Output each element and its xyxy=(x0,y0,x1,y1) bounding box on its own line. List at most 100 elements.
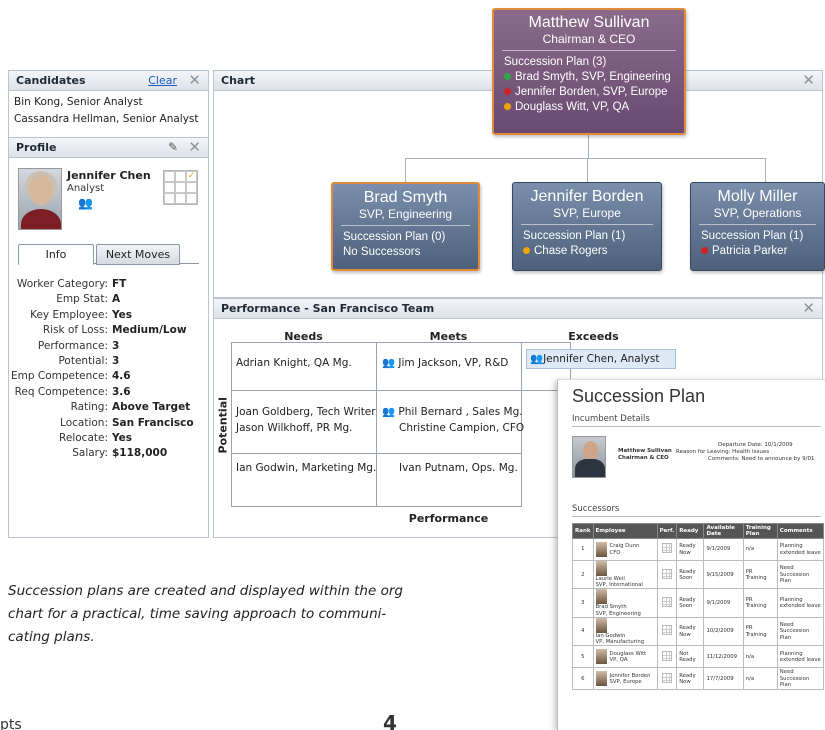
pencil-icon[interactable]: ✎ xyxy=(168,140,178,154)
table-row[interactable]: 5 Douglass Witt VP, QA Not Ready 11/12/2009 n… xyxy=(572,645,825,669)
red-status-dot xyxy=(504,88,511,95)
employee-cell: Craig Dunn CFO xyxy=(592,538,658,561)
profile-field-row: Salary: $118,000 xyxy=(0,446,200,461)
grid-person[interactable]: 👥 Jim Jackson, VP, R&D xyxy=(382,356,508,371)
org-node-jennifer-borden[interactable]: Jennifer Borden SVP, Europe Succession P… xyxy=(512,182,662,271)
employee-cell: Douglass Witt VP, QA xyxy=(592,645,658,669)
successor-item[interactable]: Brad Smyth, SVP, Engineering xyxy=(494,70,684,85)
field-value: Yes xyxy=(112,308,133,321)
profile-field-row: Key Employee: Yes xyxy=(0,308,200,323)
connector-line xyxy=(587,158,588,182)
node-title: SVP, Europe xyxy=(553,206,621,220)
grid-person[interactable]: Christine Campion, CFO xyxy=(399,421,524,436)
node-title: Chairman & CEO xyxy=(542,32,636,46)
table-row[interactable]: 1 Craig Dunn CFO Ready Now 9/1/2009 n/a Planni… xyxy=(572,538,825,561)
perf-cell xyxy=(656,616,678,647)
rank-cell: 2 xyxy=(572,559,594,590)
grid-person[interactable]: 👥 Phil Bernard , Sales Mg. xyxy=(382,405,523,420)
grid-person[interactable]: Ian Godwin, Marketing Mg. xyxy=(236,461,376,476)
employee-photo xyxy=(595,542,607,557)
candidate-item[interactable]: Bin Kong, Senior Analyst xyxy=(9,94,208,111)
training-cell: n/a xyxy=(742,645,778,669)
profile-header: Profile ✎ ✕ xyxy=(9,138,208,158)
date-cell: 17/7/2009 xyxy=(703,667,744,691)
successors-table: Rank Employee Perf. Ready Available Date… xyxy=(572,523,825,691)
performance-header: Performance - San Francisco Team ✕ xyxy=(214,299,822,319)
field-label: Req Competence: xyxy=(14,385,108,398)
field-value: 4.6 xyxy=(112,370,131,383)
comments-cell: Planning extended leave xyxy=(776,645,825,669)
profile-field-row: Risk of Loss: Medium/Low xyxy=(0,323,200,338)
field-value: Yes xyxy=(112,431,133,444)
successor-item: No Successors xyxy=(343,246,421,258)
table-row[interactable]: 2 Laurie Weil SVP, International Ready Soon… xyxy=(572,559,825,590)
rank-cell: 6 xyxy=(572,667,594,691)
tab-info[interactable]: Info xyxy=(18,244,94,265)
field-value: Medium/Low xyxy=(112,324,187,337)
node-name: Brad Smyth xyxy=(363,189,448,206)
rank-cell: 4 xyxy=(572,616,594,647)
succession-plan-document: Succession Plan Incumbent Details Matthe… xyxy=(557,379,825,730)
training-cell: PR Training xyxy=(742,588,778,618)
document-title: Succession Plan xyxy=(572,386,706,406)
page-number: 4 xyxy=(383,711,397,730)
clear-link[interactable]: Clear xyxy=(148,74,177,87)
connector-line xyxy=(405,158,766,159)
field-label: Salary: xyxy=(72,447,108,460)
succession-plan-label: Succession Plan (0) xyxy=(343,231,446,243)
org-node-brad-smyth[interactable]: Brad Smyth SVP, Engineering Succession P… xyxy=(331,182,480,271)
ready-cell: Ready Soon xyxy=(676,559,705,590)
field-label: Performance: xyxy=(37,339,108,352)
employee-cell: Laurie Weil SVP, International xyxy=(592,559,658,590)
perf-cell xyxy=(656,645,678,669)
grid-person-selected[interactable]: 👥Jennifer Chen, Analyst xyxy=(526,349,676,369)
divider xyxy=(572,426,821,427)
successor-item[interactable]: Patricia Parker xyxy=(691,244,824,259)
tab-next-moves[interactable]: Next Moves xyxy=(96,244,180,265)
profile-photo xyxy=(18,168,62,230)
comments-cell: Need Succession Plan xyxy=(776,559,825,590)
profile-field-row: Potential: 3 xyxy=(0,354,200,369)
grid-person[interactable]: Ivan Putnam, Ops. Mg. xyxy=(399,461,518,476)
candidates-header: Candidates Clear ✕ xyxy=(9,71,208,91)
table-row[interactable]: 3 Brad Smyth SVP, Engineering Ready Soon 9/1… xyxy=(572,588,825,618)
successor-item[interactable]: Jennifer Borden, SVP, Europe xyxy=(494,85,684,100)
profile-field-row: Req Competence: 3.6 xyxy=(0,385,200,400)
table-row[interactable]: 6 Jennifer Borden SVP, Europe Ready Now 17/7… xyxy=(572,667,825,691)
table-header: Training Plan xyxy=(742,523,778,539)
people-icon: 👥 xyxy=(530,353,544,365)
org-node-molly-miller[interactable]: Molly Miller SVP, Operations Succession … xyxy=(690,182,825,271)
grid-person[interactable]: Jason Wilkhoff, PR Mg. xyxy=(236,421,353,436)
profile-name: Jennifer Chen xyxy=(67,169,151,182)
date-cell: 9/15/2009 xyxy=(703,559,744,590)
field-label: Worker Category: xyxy=(16,278,108,290)
nine-box-icon xyxy=(661,625,672,636)
close-icon[interactable]: ✕ xyxy=(188,71,201,90)
ready-cell: Not Ready xyxy=(676,645,705,669)
perf-cell xyxy=(656,559,678,590)
org-node-ceo[interactable]: Matthew Sullivan Chairman & CEO Successi… xyxy=(492,8,686,135)
profile-field-row: Rating: Above Target xyxy=(0,400,200,415)
green-status-dot xyxy=(504,73,511,80)
succession-plan-label: Succession Plan (1) xyxy=(523,230,626,242)
field-value: San Francisco xyxy=(112,416,194,429)
successors-label: Successors xyxy=(572,504,620,514)
grid-person[interactable]: Joan Goldberg, Tech Writer xyxy=(236,405,376,420)
candidate-item[interactable]: Cassandra Hellman, Senior Analyst xyxy=(9,111,208,128)
employee-photo xyxy=(595,617,607,633)
close-icon[interactable]: ✕ xyxy=(802,71,815,90)
close-icon[interactable]: ✕ xyxy=(188,138,201,157)
red-status-dot xyxy=(701,247,708,254)
table-header: Rank xyxy=(572,523,594,539)
incumbent-photo xyxy=(572,436,606,478)
employee-cell: Ian Godwin VP, Manufacturing xyxy=(592,616,658,647)
close-icon[interactable]: ✕ xyxy=(802,299,815,318)
successor-item[interactable]: Chase Rogers xyxy=(513,244,661,259)
orange-status-dot xyxy=(523,247,530,254)
grid-person[interactable]: Adrian Knight, QA Mg. xyxy=(236,356,352,371)
table-row[interactable]: 4 Ian Godwin VP, Manufacturing Ready Now 10/… xyxy=(572,616,825,647)
successor-item[interactable]: Douglass Witt, VP, QA xyxy=(494,100,684,115)
succession-plan-label: Succession Plan (3) xyxy=(504,56,607,68)
node-title: SVP, Operations xyxy=(713,206,802,220)
nine-box-icon[interactable]: ✓ xyxy=(163,170,198,205)
